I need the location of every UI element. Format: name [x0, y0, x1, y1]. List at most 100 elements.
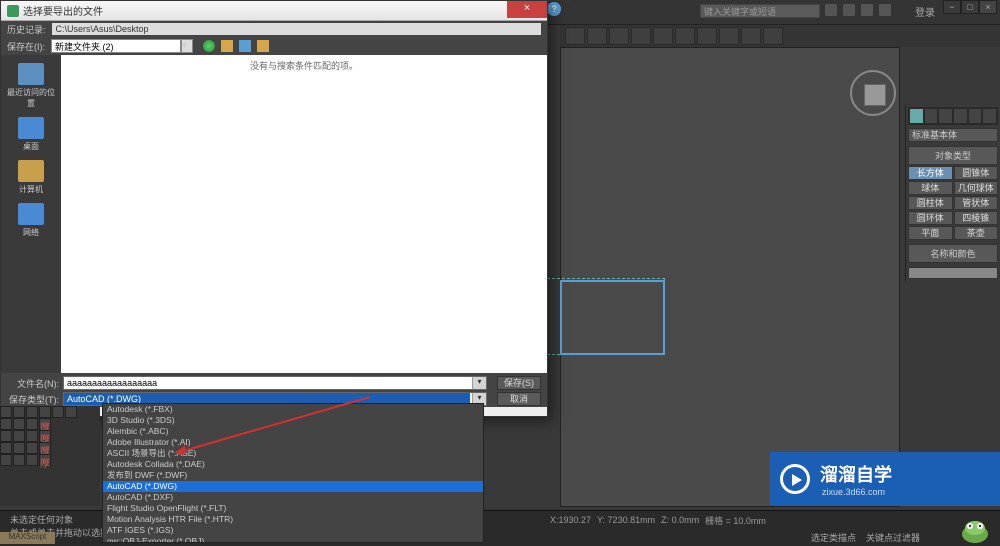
status-filter1[interactable]: 选定类描点 — [811, 533, 856, 543]
dialog-titlebar[interactable]: 选择要导出的文件 × — [1, 1, 547, 21]
selected-rectangle[interactable] — [560, 280, 665, 355]
primitive-button[interactable]: 圆锥体 — [954, 166, 999, 180]
filetype-option[interactable]: AutoCAD (*.DWG) — [103, 481, 483, 492]
file-list-area[interactable]: 没有与搜索条件匹配的项。 — [61, 55, 547, 373]
star-icon[interactable] — [861, 4, 873, 16]
primitive-button[interactable]: 四棱锥 — [954, 211, 999, 225]
place-icon — [18, 117, 44, 139]
primitive-button[interactable]: 管状体 — [954, 196, 999, 210]
motion-tab[interactable] — [954, 109, 967, 123]
rollout-object-type[interactable]: 对象类型 — [908, 146, 998, 165]
filetype-option[interactable]: Flight Studio OpenFlight (*.FLT) — [103, 503, 483, 514]
places-item[interactable]: 最近访问的位置 — [6, 61, 56, 111]
primitive-button[interactable]: 长方体 — [908, 166, 953, 180]
maxscript-tab[interactable]: MAXScript — [0, 532, 55, 544]
max-button[interactable]: □ — [961, 0, 979, 14]
place-label: 网络 — [6, 227, 56, 238]
status-filter2[interactable]: 关键点过滤器 — [866, 533, 920, 543]
dialog-close-button[interactable]: × — [507, 1, 547, 18]
color-swatch[interactable] — [908, 267, 998, 279]
filetype-option[interactable]: Autodesk (*.FBX) — [103, 404, 483, 415]
place-label: 桌面 — [6, 141, 56, 152]
filetype-option[interactable]: Motion Analysis HTR File (*.HTR) — [103, 514, 483, 525]
location-label: 保存在(I): — [7, 40, 45, 53]
export-file-dialog: 选择要导出的文件 × 历史记录: C:\Users\Asus\Desktop 保… — [0, 0, 548, 417]
primitive-button[interactable]: 球体 — [908, 181, 953, 195]
icon2[interactable] — [843, 4, 855, 16]
command-panel: 标准基本体 对象类型 长方体圆锥体球体几何球体圆柱体管状体圆环体四棱锥平面茶壶 … — [905, 105, 1000, 281]
coord-y: Y: 7230.81mm — [597, 515, 655, 525]
rollout-name-color[interactable]: 名称和颜色 — [908, 244, 998, 263]
place-icon — [18, 203, 44, 225]
viewport[interactable] — [560, 47, 900, 507]
modify-tab[interactable] — [925, 109, 938, 123]
filetype-option[interactable]: ATF IGES (*.IGS) — [103, 525, 483, 536]
place-label: 计算机 — [6, 184, 56, 195]
create-tab[interactable] — [910, 109, 923, 123]
toolbar-btn[interactable] — [719, 27, 739, 45]
places-item[interactable]: 网络 — [6, 201, 56, 240]
timeline-ruler[interactable]: X:1930.27 Y: 7230.81mm Z: 0.0mm 栅格 = 10.… — [550, 512, 900, 528]
filename-input[interactable] — [64, 377, 472, 389]
toolbar-btn[interactable] — [587, 27, 607, 45]
filename-drop-icon[interactable]: ▾ — [472, 377, 486, 389]
save-button[interactable]: 保存(S) — [497, 376, 541, 390]
up-icon[interactable] — [221, 40, 233, 52]
filename-label: 文件名(N): — [7, 377, 59, 390]
watermark: 溜溜自学 zixue.3d66.com — [770, 452, 1000, 506]
primitive-button[interactable]: 几何球体 — [954, 181, 999, 195]
location-drop-button[interactable]: ▾ — [181, 39, 193, 53]
cancel-button[interactable]: 取消 — [497, 392, 541, 406]
place-label: 最近访问的位置 — [6, 87, 56, 109]
views-icon[interactable] — [257, 40, 269, 52]
viewcube[interactable] — [850, 70, 900, 120]
filetype-option[interactable]: 发布到 DWF (*.DWF) — [103, 470, 483, 481]
history-dropdown[interactable]: C:\Users\Asus\Desktop — [52, 23, 541, 35]
title-icon-row — [825, 4, 891, 16]
watermark-url: zixue.3d66.com — [822, 487, 892, 497]
place-icon — [18, 63, 44, 85]
close-button[interactable]: × — [979, 0, 997, 14]
filename-combo[interactable]: ▾ — [63, 376, 487, 390]
play-logo-icon — [780, 464, 810, 494]
icon1[interactable] — [825, 4, 837, 16]
location-input[interactable] — [51, 39, 181, 53]
toolbar-btn[interactable] — [565, 27, 585, 45]
app-icon — [7, 5, 19, 17]
hierarchy-tab[interactable] — [939, 109, 952, 123]
primitive-button[interactable]: 圆柱体 — [908, 196, 953, 210]
back-icon[interactable] — [203, 40, 215, 52]
toolbar-btn[interactable] — [631, 27, 651, 45]
filetype-option[interactable]: AutoCAD (*.DXF) — [103, 492, 483, 503]
toolbar-btn[interactable] — [697, 27, 717, 45]
help-search-input[interactable]: 键入关键字或短语 — [700, 4, 820, 18]
toolbar-btn[interactable] — [609, 27, 629, 45]
display-tab[interactable] — [969, 109, 982, 123]
left-toolbar-peek: 厚 厚 厚 厚 — [0, 406, 100, 506]
primitive-button[interactable]: 圆环体 — [908, 211, 953, 225]
min-button[interactable]: − — [943, 0, 961, 14]
cartoon-mascot-icon — [960, 514, 990, 544]
places-item[interactable]: 桌面 — [6, 115, 56, 154]
filetype-option[interactable]: Adobe Illustrator (*.AI) — [103, 437, 483, 448]
toolbar-btn[interactable] — [653, 27, 673, 45]
places-item[interactable]: 计算机 — [6, 158, 56, 197]
user-icon[interactable] — [879, 4, 891, 16]
primitive-button[interactable]: 茶壶 — [954, 226, 999, 240]
filetype-option[interactable]: Autodesk Collada (*.DAE) — [103, 459, 483, 470]
history-label: 历史记录: — [7, 23, 46, 36]
filetype-option[interactable]: gw::OBJ-Exporter (*.OBJ) — [103, 536, 483, 543]
filetype-option[interactable]: 3D Studio (*.3DS) — [103, 415, 483, 426]
category-dropdown[interactable]: 标准基本体 — [908, 128, 998, 142]
newfolder-icon[interactable] — [239, 40, 251, 52]
primitive-button[interactable]: 平面 — [908, 226, 953, 240]
filetype-option[interactable]: Alembic (*.ABC) — [103, 426, 483, 437]
toolbar-btn[interactable] — [675, 27, 695, 45]
filetype-option[interactable]: ASCII 场景导出 (*.ASE) — [103, 448, 483, 459]
utility-tab[interactable] — [983, 109, 996, 123]
dialog-title-text: 选择要导出的文件 — [23, 3, 103, 18]
toolbar-btn[interactable] — [763, 27, 783, 45]
toolbar-btn[interactable] — [741, 27, 761, 45]
login-link[interactable]: 登录 — [915, 4, 935, 19]
filetype-dropdown-list[interactable]: Autodesk (*.FBX)3D Studio (*.3DS)Alembic… — [102, 403, 484, 543]
